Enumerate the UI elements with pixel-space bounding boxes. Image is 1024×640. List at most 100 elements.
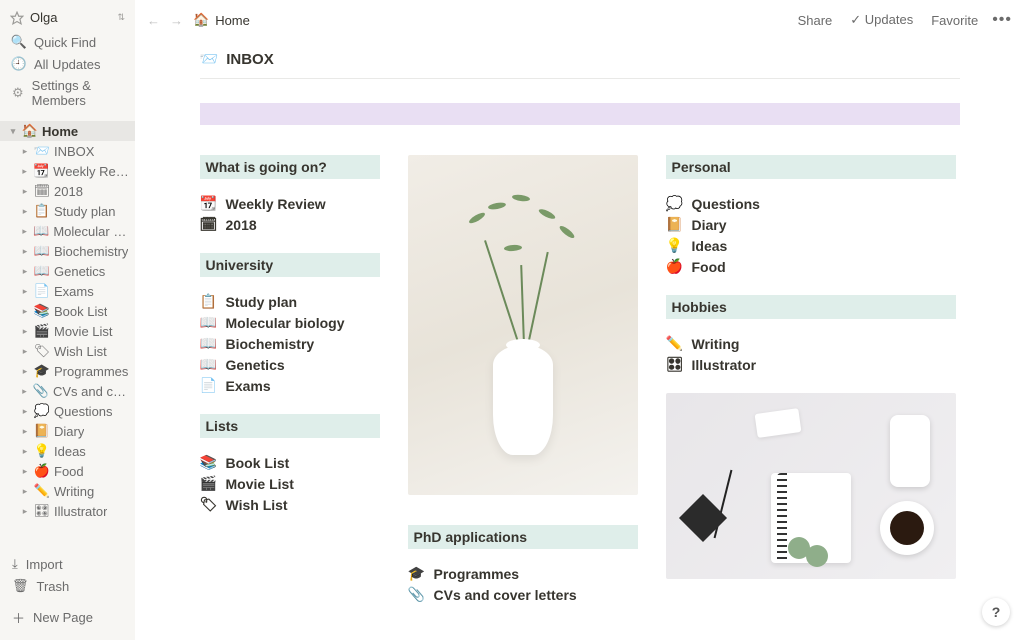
tree-item[interactable]: ▸📖Biochemistry [0, 241, 135, 261]
check-icon: ✓ [850, 12, 861, 27]
tree-item[interactable]: ▸🎛Illustrator [0, 501, 135, 521]
disclosure-triangle-icon[interactable]: ▸ [20, 226, 29, 237]
share-button[interactable]: Share [794, 13, 837, 28]
workspace-switcher[interactable]: Olga ⇅ [0, 0, 135, 29]
inbox-title: INBOX [226, 51, 274, 68]
more-icon[interactable]: ••• [992, 11, 1012, 29]
page-icon: 📖 [34, 243, 50, 259]
disclosure-triangle-icon[interactable]: ▸ [20, 286, 30, 297]
tree-item[interactable]: ▸✏️Writing [0, 481, 135, 501]
topbar: ← → 🏠 Home Share ✓ Updates Favorite ••• [135, 0, 1024, 40]
help-button[interactable]: ? [982, 598, 1010, 626]
disclosure-triangle-icon[interactable]: ▸ [20, 146, 30, 157]
link-cvs[interactable]: 📎CVs and cover letters [408, 584, 638, 605]
import-button[interactable]: ⤓ Import [0, 553, 135, 575]
tree-label: Programmes [54, 364, 128, 379]
tree-item[interactable]: ▸📄Exams [0, 281, 135, 301]
tree-item[interactable]: ▸📖Genetics [0, 261, 135, 281]
disclosure-triangle-icon[interactable]: ▸ [20, 486, 30, 497]
disclosure-triangle-icon[interactable]: ▸ [20, 426, 30, 437]
disclosure-triangle-icon[interactable]: ▸ [20, 246, 30, 257]
tree-item[interactable]: ▸📎CVs and cov… [0, 381, 135, 401]
tree-label: Movie List [54, 324, 113, 339]
inbox-link[interactable]: 📨 INBOX [200, 50, 960, 79]
link-genetics[interactable]: 📖Genetics [200, 354, 380, 375]
apple-icon: 🍎 [666, 258, 684, 275]
tree-item[interactable]: ▸📋Study plan [0, 201, 135, 221]
link-weekly-review[interactable]: 📆Weekly Review [200, 193, 380, 214]
page-tree: ▾ 🏠 Home ▸📨INBOX▸📆Weekly Revi…▸🗓2018▸📋St… [0, 121, 135, 549]
disclosure-triangle-icon[interactable]: ▸ [20, 186, 30, 197]
disclosure-triangle-icon[interactable]: ▸ [20, 326, 30, 337]
tree-item[interactable]: ▸💡Ideas [0, 441, 135, 461]
favorite-button[interactable]: Favorite [927, 13, 982, 28]
disclosure-triangle-icon[interactable]: ▾ [8, 126, 18, 137]
link-molecular-biology[interactable]: 📖Molecular biology [200, 312, 380, 333]
tree-item[interactable]: ▸📆Weekly Revi… [0, 161, 135, 181]
section-personal: Personal [666, 155, 956, 179]
disclosure-triangle-icon[interactable]: ▸ [20, 266, 30, 277]
pagelink-label: Movie List [226, 476, 294, 492]
link-study-plan[interactable]: 📋Study plan [200, 291, 380, 312]
tree-item[interactable]: ▸🍎Food [0, 461, 135, 481]
tree-item-home[interactable]: ▾ 🏠 Home [0, 121, 135, 141]
link-diary[interactable]: 📔Diary [666, 214, 956, 235]
link-movie-list[interactable]: 🎬Movie List [200, 473, 380, 494]
tree-label: Illustrator [54, 504, 107, 519]
all-updates[interactable]: 🕘 All Updates [0, 53, 135, 75]
disclosure-triangle-icon[interactable]: ▸ [20, 466, 30, 477]
disclosure-triangle-icon[interactable]: ▸ [20, 346, 30, 357]
disclosure-triangle-icon[interactable]: ▸ [20, 506, 30, 517]
disclosure-triangle-icon[interactable]: ▸ [20, 166, 29, 177]
page-icon: 📚 [34, 303, 50, 319]
nav-back-icon[interactable]: ← [147, 13, 160, 28]
link-programmes[interactable]: 🎓Programmes [408, 563, 638, 584]
link-biochemistry[interactable]: 📖Biochemistry [200, 333, 380, 354]
link-wish-list[interactable]: 🏷Wish List [200, 494, 380, 515]
link-questions[interactable]: 💭Questions [666, 193, 956, 214]
settings-members[interactable]: ⚙ Settings & Members [0, 75, 135, 111]
tree-label: CVs and cov… [53, 384, 131, 399]
link-illustrator[interactable]: 🎛Illustrator [666, 354, 956, 375]
link-book-list[interactable]: 📚Book List [200, 452, 380, 473]
trash-button[interactable]: 🗑 Trash [0, 575, 135, 597]
page-icon: 🍎 [34, 463, 50, 479]
disclosure-triangle-icon[interactable]: ▸ [20, 386, 29, 397]
tree-item[interactable]: ▸📖Molecular bi… [0, 221, 135, 241]
tree-item[interactable]: ▸📨INBOX [0, 141, 135, 161]
disclosure-triangle-icon[interactable]: ▸ [20, 446, 30, 457]
tree-item[interactable]: ▸🏷Wish List [0, 341, 135, 361]
page-icon: 🗓 [34, 183, 50, 199]
link-exams[interactable]: 📄Exams [200, 375, 380, 396]
tree-item[interactable]: ▸📚Book List [0, 301, 135, 321]
tree-label: Home [42, 124, 78, 139]
link-writing[interactable]: ✏️Writing [666, 333, 956, 354]
pagelink-label: 2018 [226, 217, 257, 233]
link-food[interactable]: 🍎Food [666, 256, 956, 277]
tree-item[interactable]: ▸📔Diary [0, 421, 135, 441]
tree-item[interactable]: ▸🎬Movie List [0, 321, 135, 341]
nav-forward-icon[interactable]: → [170, 13, 183, 28]
updates-button[interactable]: ✓ Updates [846, 12, 917, 28]
link-2018[interactable]: 🗓2018 [200, 214, 380, 235]
tree-item[interactable]: ▸🗓2018 [0, 181, 135, 201]
disclosure-triangle-icon[interactable]: ▸ [20, 306, 30, 317]
page-icon: 📄 [200, 377, 218, 394]
new-page-button[interactable]: ＋ New Page [0, 605, 135, 630]
tree-label: Exams [54, 284, 94, 299]
image-desk [666, 393, 956, 579]
tree-label: Weekly Revi… [53, 164, 131, 179]
tree-item[interactable]: ▸🎓Programmes [0, 361, 135, 381]
tree-label: Wish List [54, 344, 107, 359]
paperclip-icon: 📎 [408, 586, 426, 603]
link-ideas[interactable]: 💡Ideas [666, 235, 956, 256]
disclosure-triangle-icon[interactable]: ▸ [20, 406, 30, 417]
quick-find[interactable]: 🔍 Quick Find [0, 31, 135, 53]
disclosure-triangle-icon[interactable]: ▸ [20, 366, 30, 377]
import-label: Import [26, 557, 63, 572]
tree-item[interactable]: ▸💭Questions [0, 401, 135, 421]
disclosure-triangle-icon[interactable]: ▸ [20, 206, 30, 217]
breadcrumb[interactable]: 🏠 Home [193, 12, 250, 28]
book-icon: 📖 [200, 314, 218, 331]
tree-label: Study plan [54, 204, 115, 219]
